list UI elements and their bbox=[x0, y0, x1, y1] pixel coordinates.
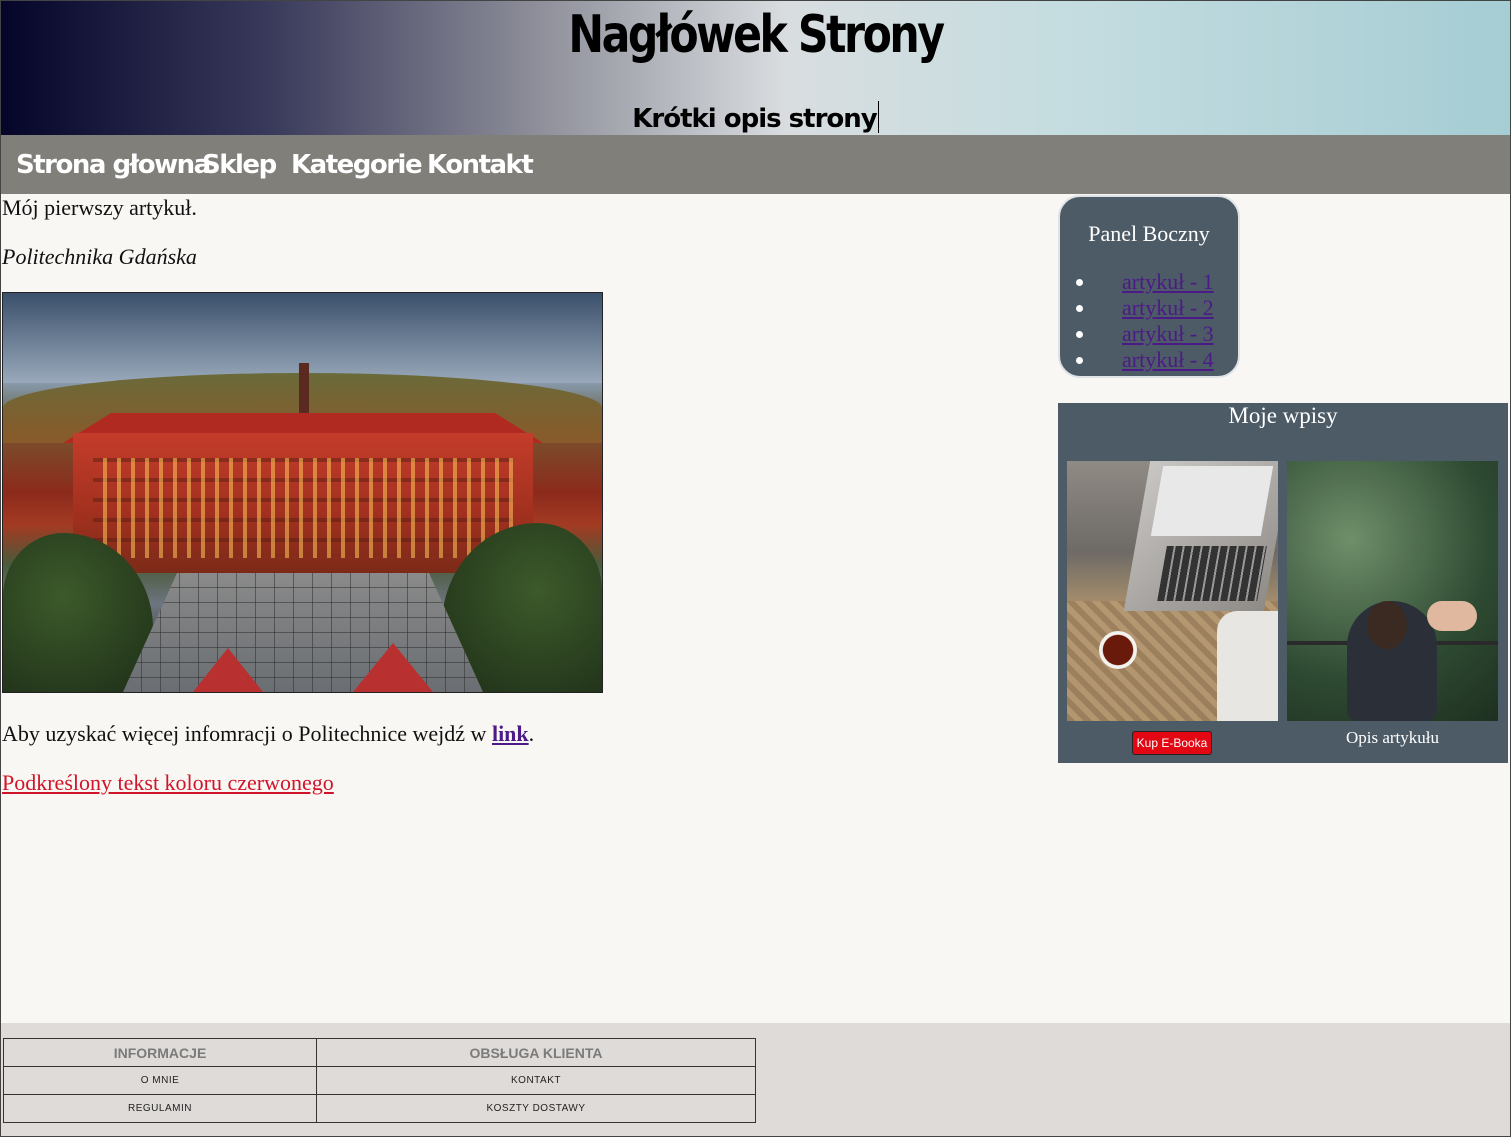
footer-link-shipping[interactable]: KOSZTY DOSTAWY bbox=[316, 1094, 756, 1123]
nav-item-shop[interactable]: Sklep bbox=[202, 150, 277, 180]
bullet-icon bbox=[1076, 279, 1083, 286]
article-more-info: Aby uzyskać więcej infomracji o Politech… bbox=[2, 721, 534, 747]
footer-header-support: OBSŁUGA KLIENTA bbox=[316, 1038, 756, 1067]
laptop-photo bbox=[1067, 461, 1278, 721]
more-info-suffix: . bbox=[528, 721, 535, 746]
bullet-icon bbox=[1076, 331, 1083, 338]
site-title: Nagłówek Strony bbox=[568, 5, 945, 65]
footer-table: INFORMACJE OBSŁUGA KLIENTA O MNIE KONTAK… bbox=[3, 1038, 756, 1123]
image-windows bbox=[93, 458, 513, 558]
side-link-4[interactable]: artykuł - 4 bbox=[1122, 347, 1214, 373]
side-panel: Panel Boczny artykuł - 1 artykuł - 2 art… bbox=[1058, 195, 1240, 378]
footer-link-terms[interactable]: REGULAMIN bbox=[3, 1094, 317, 1123]
more-info-text: Aby uzyskać więcej infomracji o Politech… bbox=[2, 721, 492, 746]
nav-item-contact[interactable]: Kontakt bbox=[427, 150, 534, 180]
photo-head bbox=[1367, 601, 1407, 649]
photo-screen bbox=[1150, 466, 1274, 536]
site-subtitle: Krótki opis strony bbox=[1, 101, 1510, 134]
article-image bbox=[2, 292, 603, 693]
photo-feet bbox=[1427, 601, 1477, 631]
posts-section: Moje wpisy Kup E-Booka Opis artykułu bbox=[1058, 403, 1508, 763]
buy-ebook-button[interactable]: Kup E-Booka bbox=[1132, 731, 1212, 755]
page-footer: INFORMACJE OBSŁUGA KLIENTA O MNIE KONTAK… bbox=[1, 1023, 1510, 1136]
side-link-1[interactable]: artykuł - 1 bbox=[1122, 269, 1214, 295]
page-header: Nagłówek Strony Krótki opis strony bbox=[1, 1, 1510, 135]
photo-arm bbox=[1217, 611, 1278, 721]
posts-title: Moje wpisy bbox=[1228, 403, 1338, 428]
bullet-icon bbox=[1076, 305, 1083, 312]
footer-link-about[interactable]: O MNIE bbox=[3, 1066, 317, 1095]
side-link-2[interactable]: artykuł - 2 bbox=[1122, 295, 1214, 321]
table-row: O MNIE KONTAKT bbox=[3, 1066, 756, 1095]
table-row: REGULAMIN KOSZTY DOSTAWY bbox=[3, 1094, 756, 1123]
red-underlined-text: Podkreślony tekst koloru czerwonego bbox=[2, 770, 334, 795]
side-link-3[interactable]: artykuł - 3 bbox=[1122, 321, 1214, 347]
nav-item-home[interactable]: Strona głowna bbox=[16, 150, 211, 180]
image-plaza-grid bbox=[123, 573, 483, 692]
photo-keyboard bbox=[1157, 546, 1267, 601]
table-header-row: INFORMACJE OBSŁUGA KLIENTA bbox=[3, 1038, 756, 1067]
footer-link-contact[interactable]: KONTAKT bbox=[316, 1066, 756, 1095]
article-title: Mój pierwszy artykuł. bbox=[2, 195, 197, 220]
site-subtitle-text: Krótki opis strony bbox=[632, 104, 877, 134]
photo-tea-cup bbox=[1099, 631, 1137, 669]
post-description: Opis artykułu bbox=[1345, 728, 1440, 747]
side-panel-title: Panel Boczny bbox=[1088, 221, 1210, 246]
text-cursor bbox=[877, 101, 879, 133]
article-caption: Politechnika Gdańska bbox=[2, 244, 197, 269]
more-info-link[interactable]: link bbox=[492, 721, 529, 746]
relaxing-person-photo bbox=[1287, 461, 1498, 721]
footer-header-info: INFORMACJE bbox=[3, 1038, 317, 1067]
nav-item-categories[interactable]: Kategorie bbox=[291, 150, 423, 180]
bullet-icon bbox=[1076, 357, 1083, 364]
main-nav: Strona głowna Sklep Kategorie Kontakt bbox=[1, 135, 1510, 194]
